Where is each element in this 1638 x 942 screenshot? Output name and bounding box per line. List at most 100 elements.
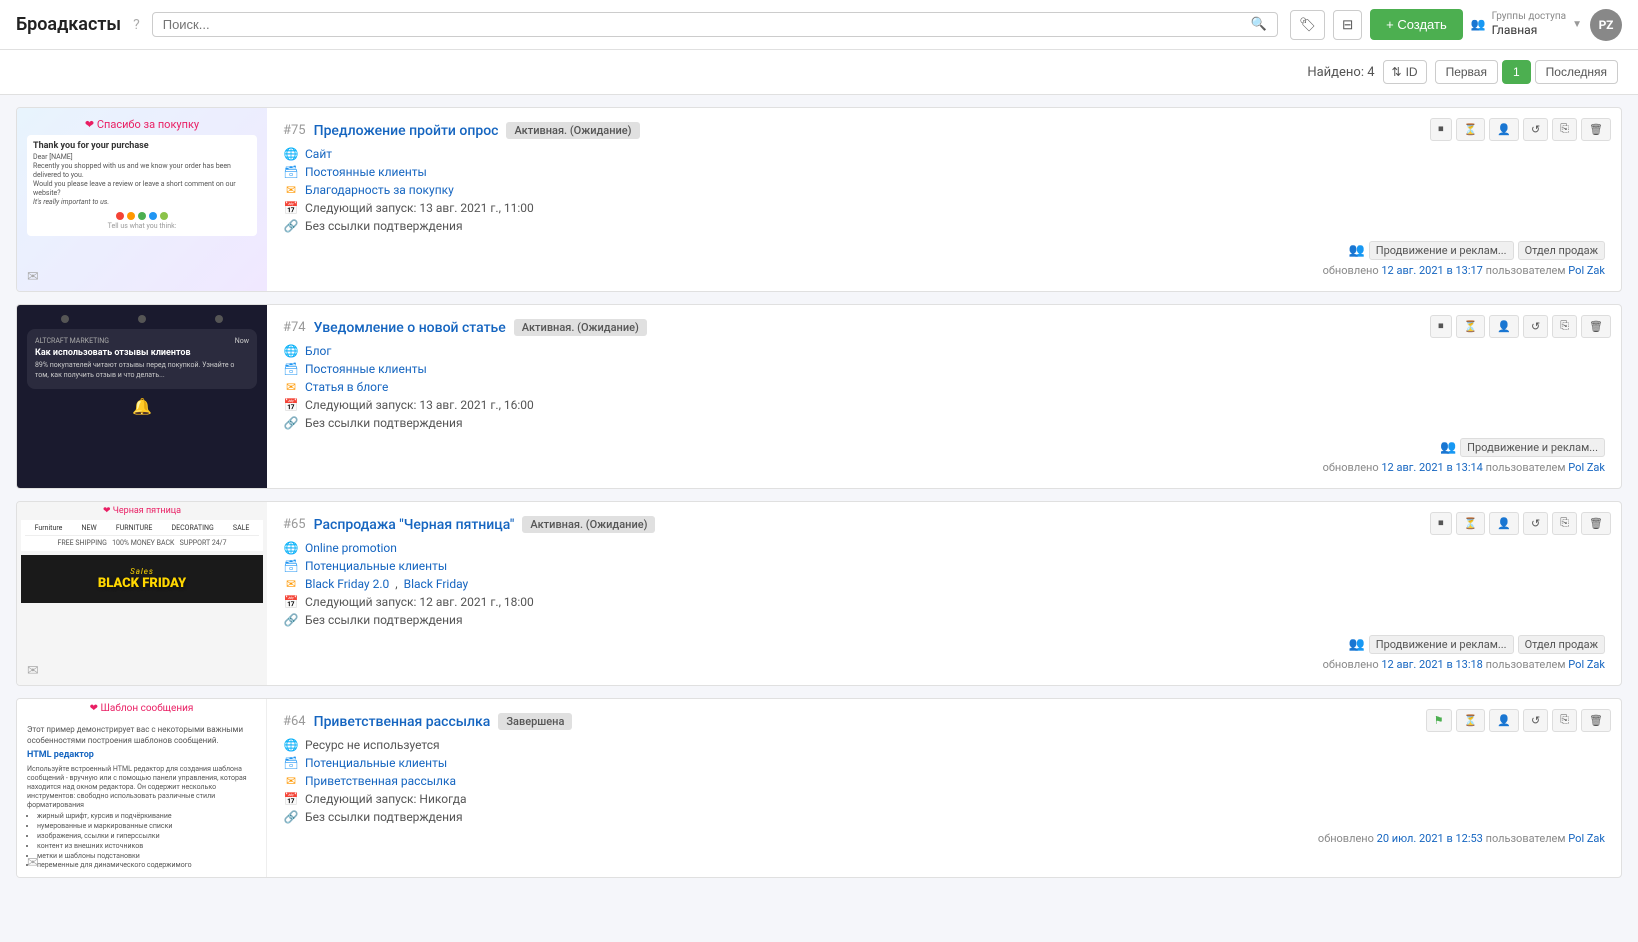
calendar-icon-74: 📅 [283,398,299,412]
bottom-row-64: обновлено 20 июл. 2021 в 12:53 пользоват… [283,832,1605,845]
card-actions-75: ⏹ ⏳ 👤 ↺ ⎘ 🗑 [1430,118,1611,141]
meta-template-65: ✉ Black Friday 2.0 , Black Friday [283,577,1605,591]
calendar-icon-65: 📅 [283,595,299,609]
users-icon: 👥 [1471,17,1486,31]
help-icon[interactable]: ? [133,17,140,33]
group-tags-75: 👥 Продвижение и реклам... Отдел продаж [1349,241,1605,260]
app-header: Броадкасты ? 🔍 🏷 ⊟ + Создать 👥 Группы до… [0,0,1638,50]
timer-button-65[interactable]: ⏳ [1456,512,1486,535]
bottom-row-75: 👥 Продвижение и реклам... Отдел продаж о… [283,241,1605,277]
chevron-down-icon: ▼ [1572,19,1582,30]
updated-user-74[interactable]: Pol Zak [1568,461,1605,474]
copy-button-65[interactable]: ⎘ [1552,512,1577,535]
copy-button-75[interactable]: ⎘ [1552,118,1577,141]
user-button-74[interactable]: 👤 [1489,315,1519,338]
template-link-bf-65[interactable]: Black Friday [404,577,469,591]
history-button-75[interactable]: ↺ [1523,118,1548,141]
delete-button-65[interactable]: 🗑 [1581,512,1611,535]
access-group-value: Главная [1492,23,1566,37]
group-tags-74: 👥 Продвижение и реклам... [1440,438,1605,457]
card-title-row-65: #65 Распродажа "Черная пятница" Активная… [283,516,1605,533]
segment-link-75[interactable]: Постоянные клиенты [305,165,427,179]
access-group[interactable]: 👥 Группы доступа Главная ▼ [1471,11,1582,37]
card-actions-74: ⏹ ⏳ 👤 ↺ ⎘ 🗑 [1430,315,1611,338]
updated-date-74[interactable]: 12 авг. 2021 в 13:14 [1381,461,1482,474]
updated-user-75[interactable]: Pol Zak [1568,264,1605,277]
copy-button-74[interactable]: ⎘ [1552,315,1577,338]
delete-button-64[interactable]: 🗑 [1581,709,1611,732]
sort-button[interactable]: ⇅ ID [1383,60,1427,84]
search-wrapper: 🔍 [152,12,1278,37]
updated-text-64: обновлено 20 июл. 2021 в 12:53 пользоват… [1318,832,1605,845]
template-link-75[interactable]: Благодарность за покупку [305,183,454,197]
tags-button[interactable]: 🏷 [1290,10,1325,40]
updated-date-75[interactable]: 12 авг. 2021 в 13:17 [1381,264,1482,277]
segment-link-74[interactable]: Постоянные клиенты [305,362,427,376]
card-meta-65: 🌐 Online promotion 🗃 Потенциальные клиен… [283,541,1605,627]
user-button-64[interactable]: 👤 [1489,709,1519,732]
broadcast-card-65: ❤ Черная пятница FurnitureNEWFURNITUREDE… [16,501,1622,686]
card-actions-64: ⚑ ⏳ 👤 ↺ ⎘ 🗑 [1426,709,1611,732]
filter-button[interactable]: ⊟ [1333,10,1362,40]
updated-user-64[interactable]: Pol Zak [1568,832,1605,845]
card-title-75[interactable]: Предложение пройти опрос [314,123,499,139]
meta-site-74: 🌐 Блог [283,344,1605,358]
site-link-74[interactable]: Блог [305,344,331,358]
card-preview-75: ❤ Спасибо за покупку Thank you for your … [17,108,267,291]
updated-date-64[interactable]: 20 июл. 2021 в 12:53 [1377,832,1483,845]
db-icon-64: 🗃 [283,756,299,770]
segment-link-64[interactable]: Потенциальные клиенты [305,756,447,770]
history-button-64[interactable]: ↺ [1523,709,1548,732]
group-tag-promo-74[interactable]: Продвижение и реклам... [1460,438,1605,457]
pagination-controls: Первая 1 Последняя [1435,60,1618,84]
template-link-bf20-65[interactable]: Black Friday 2.0 [305,577,389,591]
history-button-65[interactable]: ↺ [1523,512,1548,535]
updated-text-65: обновлено 12 авг. 2021 в 13:18 пользоват… [1323,658,1605,671]
globe-icon-64: 🌐 [283,738,299,752]
pause-button-75[interactable]: ⏹ [1430,118,1452,141]
flag-button-64[interactable]: ⚑ [1426,709,1452,732]
db-icon-65: 🗃 [283,559,299,573]
user-button-65[interactable]: 👤 [1489,512,1519,535]
first-page-button[interactable]: Первая [1435,60,1498,84]
group-tag-sales-75[interactable]: Отдел продаж [1518,241,1605,260]
search-input[interactable] [163,17,1243,32]
status-badge-75: Активная. (Ожидание) [506,122,639,139]
create-button[interactable]: + Создать [1370,9,1463,40]
timer-button-64[interactable]: ⏳ [1456,709,1486,732]
launch-time-65: Следующий запуск: 12 авг. 2021 г., 18:00 [305,595,534,609]
pause-button-74[interactable]: ⏹ [1430,315,1452,338]
template-link-64[interactable]: Приветственная рассылка [305,774,456,788]
segment-link-65[interactable]: Потенциальные клиенты [305,559,447,573]
card-title-65[interactable]: Распродажа "Черная пятница" [314,517,515,533]
history-button-74[interactable]: ↺ [1523,315,1548,338]
globe-icon-75: 🌐 [283,147,299,161]
meta-confirm-64: 🔗 Без ссылки подтверждения [283,810,1605,824]
avatar[interactable]: PZ [1590,9,1622,41]
updated-user-65[interactable]: Pol Zak [1568,658,1605,671]
meta-confirm-65: 🔗 Без ссылки подтверждения [283,613,1605,627]
timer-button-75[interactable]: ⏳ [1456,118,1486,141]
card-title-64[interactable]: Приветственная рассылка [314,714,491,730]
template-link-74[interactable]: Статья в блоге [305,380,388,394]
launch-time-64: Следующий запуск: Никогда [305,792,467,806]
delete-button-74[interactable]: 🗑 [1581,315,1611,338]
email-icon-75: ✉ [283,183,299,197]
updated-date-65[interactable]: 12 авг. 2021 в 13:18 [1381,658,1482,671]
group-tag-promo-75[interactable]: Продвижение и реклам... [1369,241,1514,260]
current-page-button[interactable]: 1 [1502,60,1531,84]
last-page-button[interactable]: Последняя [1535,60,1618,84]
pause-button-65[interactable]: ⏹ [1430,512,1452,535]
card-title-74[interactable]: Уведомление о новой статье [314,320,506,336]
group-tag-sales-65[interactable]: Отдел продаж [1518,635,1605,654]
timer-button-74[interactable]: ⏳ [1456,315,1486,338]
user-button-75[interactable]: 👤 [1489,118,1519,141]
group-tag-promo-65[interactable]: Продвижение и реклам... [1369,635,1514,654]
site-link-75[interactable]: Сайт [305,147,332,161]
copy-button-64[interactable]: ⎘ [1552,709,1577,732]
site-text-64: Ресурс не используется [305,738,440,752]
delete-button-75[interactable]: 🗑 [1581,118,1611,141]
confirm-text-75: Без ссылки подтверждения [305,219,463,233]
site-link-65[interactable]: Online promotion [305,541,397,555]
users-tag-icon-65: 👥 [1349,637,1365,652]
